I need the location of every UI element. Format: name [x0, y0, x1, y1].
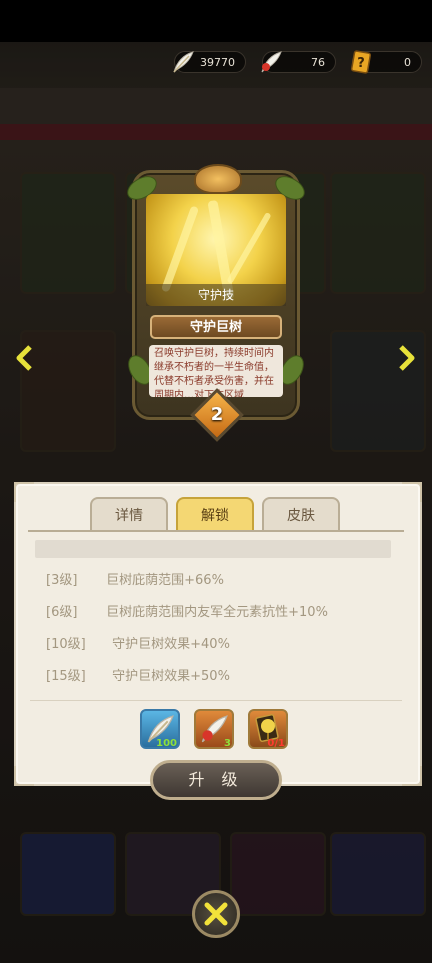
- unlock-effect: 守护巨树效果+40%: [112, 637, 230, 652]
- unlock-effect: 巨树庇荫范围+66%: [106, 573, 224, 588]
- unlock-row: [10级] 守护巨树效果+40%: [46, 635, 230, 655]
- skill-card: 守护技 守护巨树 召唤守护巨树，持续时间内继承不朽者的一半生命值，代替不朽者承受…: [123, 164, 309, 442]
- chevron-left-icon: [16, 345, 32, 371]
- svg-text:?: ?: [357, 56, 365, 71]
- tab-skins[interactable]: 皮肤: [262, 497, 340, 531]
- unlock-level: [3级]: [46, 573, 78, 588]
- skill-name: 守护巨树: [150, 315, 282, 339]
- material-slot-tree-card[interactable]: 0/1: [248, 709, 288, 749]
- chevron-right-icon: [399, 345, 415, 371]
- card-crown-gem: [194, 164, 242, 194]
- material-slot-red-feather[interactable]: 3: [194, 709, 234, 749]
- currency-white-feather: 39770: [173, 51, 246, 73]
- header-bar: [35, 540, 391, 558]
- unlock-row: [6级] 巨树庇荫范围内友军全元素抗性+10%: [46, 603, 328, 623]
- upgrade-button[interactable]: 升 级: [150, 760, 282, 800]
- red-feather-icon: [261, 51, 282, 73]
- tab-details[interactable]: 详情: [90, 497, 168, 531]
- close-button[interactable]: [192, 890, 240, 938]
- currency-question-card: ? 0: [350, 50, 422, 74]
- unlock-row: [15级] 守护巨树效果+50%: [46, 667, 230, 687]
- unlock-level: [15级]: [46, 669, 86, 684]
- material-count: 3: [224, 738, 231, 749]
- unlock-level: [10级]: [46, 637, 86, 652]
- material-count: 100: [156, 738, 177, 749]
- currency-red-feather: 76: [261, 51, 336, 73]
- unlock-row: [3级] 巨树庇荫范围+66%: [46, 571, 224, 591]
- skill-level-number: 2: [210, 404, 224, 425]
- close-icon: [204, 902, 228, 926]
- material-count: 0/1: [267, 738, 285, 749]
- unlock-level: [6级]: [46, 605, 78, 620]
- skill-type-label: 守护技: [146, 284, 286, 306]
- question-card-icon: ?: [350, 50, 372, 74]
- tab-divider: [28, 530, 404, 532]
- prev-arrow-button[interactable]: [14, 344, 36, 372]
- unlock-effect: 巨树庇荫范围内友军全元素抗性+10%: [106, 605, 328, 620]
- material-slot-white-feather[interactable]: 100: [140, 709, 180, 749]
- next-arrow-button[interactable]: [395, 344, 417, 372]
- white-feather-icon: [173, 51, 194, 73]
- unlock-effect: 守护巨树效果+50%: [112, 669, 230, 684]
- panel-divider: [30, 700, 402, 701]
- tab-unlock[interactable]: 解锁: [176, 497, 254, 531]
